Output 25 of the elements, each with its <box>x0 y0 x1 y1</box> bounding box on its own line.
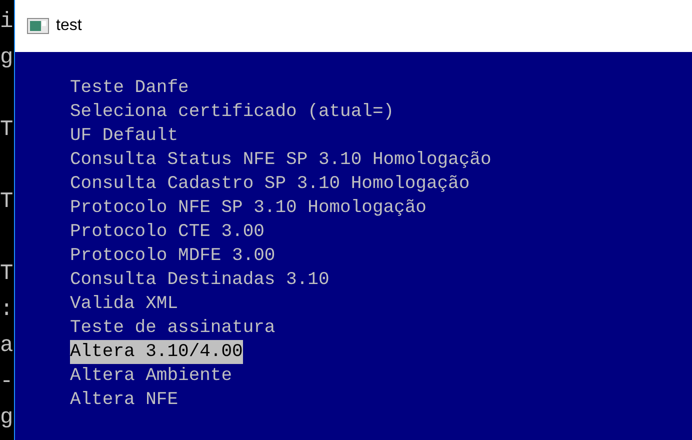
console-character: : <box>0 296 14 324</box>
menu-item[interactable]: Consulta Status NFE SP 3.10 Homologação <box>70 148 492 172</box>
console-character: a <box>0 332 14 360</box>
menu-item[interactable]: Teste de assinatura <box>70 316 276 340</box>
console-character: T <box>0 116 14 144</box>
window-title: test <box>56 16 82 36</box>
menu-item[interactable]: Teste Danfe <box>70 76 189 100</box>
console-character: g <box>0 44 14 72</box>
menu-item[interactable]: Valida XML <box>70 292 178 316</box>
menu-item[interactable]: Consulta Cadastro SP 3.10 Homologação <box>70 172 470 196</box>
console-character: T <box>0 260 14 288</box>
menu-item[interactable]: UF Default <box>70 124 178 148</box>
menu-item[interactable]: Consulta Destinadas 3.10 <box>70 268 330 292</box>
menu-item[interactable]: Seleciona certificado (atual=) <box>70 100 394 124</box>
menu-item[interactable]: Altera NFE <box>70 388 178 412</box>
menu-item[interactable]: Protocolo MDFE 3.00 <box>70 244 276 268</box>
menu-item[interactable]: Protocolo CTE 3.00 <box>70 220 264 244</box>
menu-item[interactable]: Protocolo NFE SP 3.10 Homologação <box>70 196 426 220</box>
console-character: - <box>0 368 14 396</box>
console-character: T <box>0 188 14 216</box>
window-icon <box>27 18 49 34</box>
menu-item[interactable]: Altera 3.10/4.00 <box>70 340 243 364</box>
menu-item[interactable]: Altera Ambiente <box>70 364 232 388</box>
console-character: i <box>0 8 14 36</box>
console-character: g <box>0 404 14 432</box>
